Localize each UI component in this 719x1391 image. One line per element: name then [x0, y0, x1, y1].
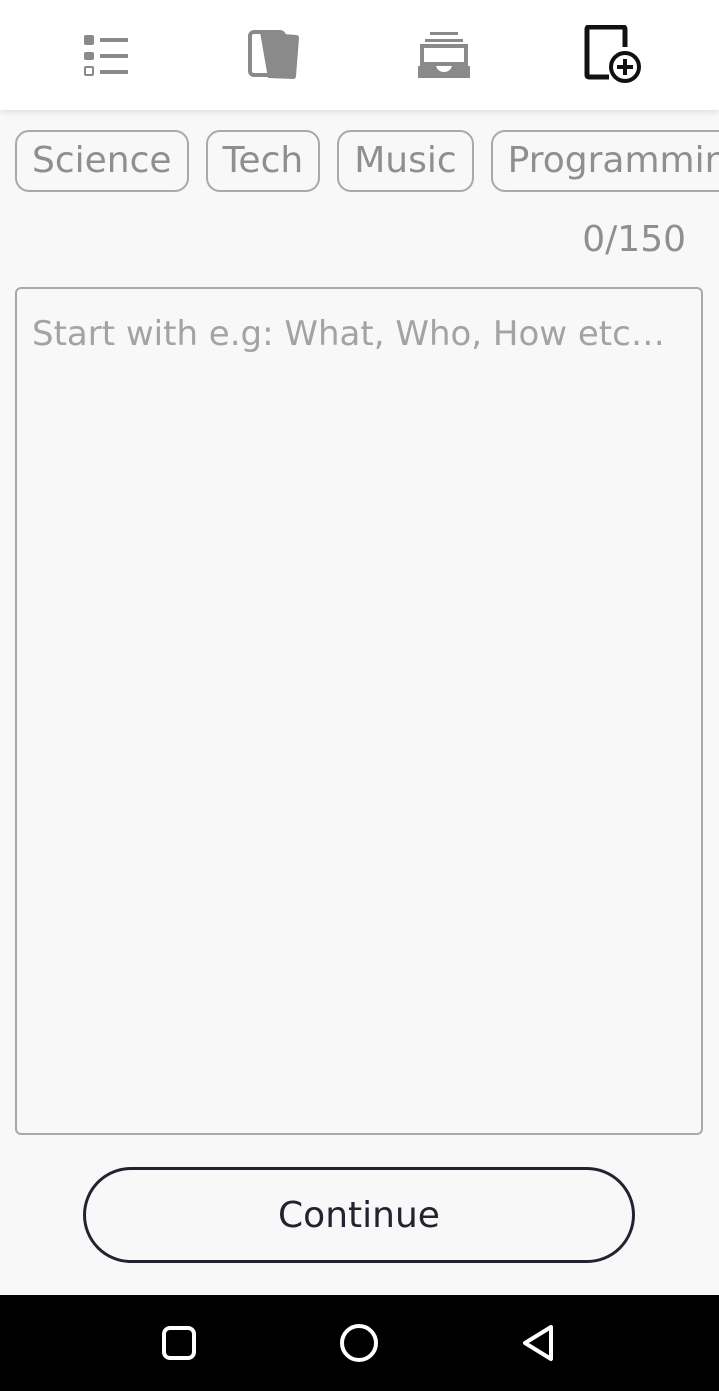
chip-science[interactable]: Science: [15, 130, 189, 192]
tab-cards[interactable]: [235, 15, 315, 95]
inbox-icon: [417, 32, 470, 78]
top-tab-bar: [0, 0, 719, 110]
chip-tech[interactable]: Tech: [205, 130, 321, 192]
tab-list[interactable]: [66, 15, 146, 95]
tab-add-card[interactable]: [573, 15, 653, 95]
home-circle-icon[interactable]: [335, 1319, 383, 1367]
app-screen: Science Tech Music Programming 0/150 Con…: [0, 0, 719, 1391]
list-icon: [84, 35, 129, 76]
question-input-container: [15, 287, 703, 1135]
chip-programming[interactable]: Programming: [490, 130, 719, 192]
cards-icon: [248, 30, 300, 79]
question-input[interactable]: [17, 289, 701, 1133]
recent-apps-square-icon[interactable]: [155, 1319, 203, 1367]
system-navigation-bar: [0, 1295, 719, 1391]
continue-button[interactable]: Continue: [83, 1167, 635, 1263]
add-card-icon: [584, 25, 641, 83]
tab-inbox[interactable]: [404, 15, 484, 95]
chip-music[interactable]: Music: [337, 130, 474, 192]
category-chips: Science Tech Music Programming: [15, 130, 719, 192]
back-triangle-icon[interactable]: [515, 1319, 563, 1367]
character-counter: 0/150: [582, 219, 686, 260]
